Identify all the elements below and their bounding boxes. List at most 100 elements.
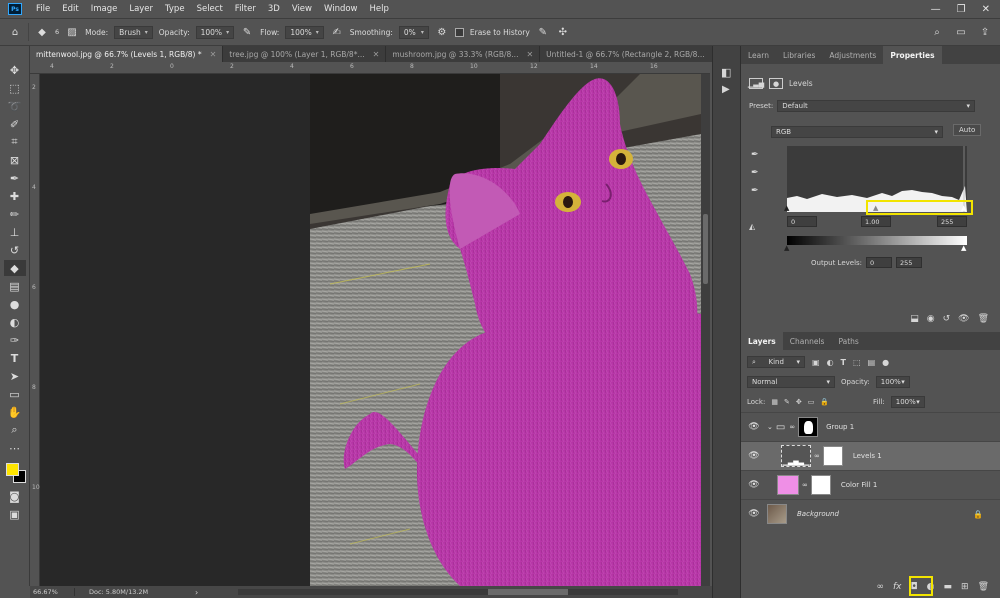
lasso-tool-icon[interactable]: ➰ [4,98,26,114]
link-layers-icon[interactable]: ∞ [877,582,885,592]
new-layer-icon[interactable]: ⊞ [961,582,969,592]
foreground-color-swatch[interactable] [5,463,19,476]
close-icon[interactable]: ✕ [210,50,217,59]
healing-tool-icon[interactable]: ✚ [4,188,26,204]
layer-row-background[interactable]: 👁 Background 🔒 [741,499,1000,528]
rectangle-tool-icon[interactable]: ▭ [4,386,26,402]
fill-field[interactable]: 100% ▾ [890,396,925,408]
mask-icon[interactable]: ● [769,78,783,89]
pressure-size-icon[interactable]: ✎ [536,25,550,39]
input-white-field[interactable]: 255 [937,216,967,227]
menu-layer[interactable]: Layer [123,4,159,14]
lock-paint-icon[interactable]: ✎ [784,398,790,406]
tab-tree[interactable]: tree.jpg @ 100% (Layer 1, RGB/8*... ✕ [223,46,387,62]
home-icon[interactable]: ⌂ [8,25,22,39]
levels-adjustment-icon[interactable]: ▁▃▅▃▁ [781,445,811,467]
clipping-warning-icon[interactable]: ◭ [749,222,755,231]
more-tools-icon[interactable]: ⋯ [4,440,26,456]
black-input-handle[interactable]: ▲ [784,204,789,212]
clip-to-layer-icon[interactable]: ⬓ [910,314,919,324]
menu-help[interactable]: Help [364,4,395,14]
eraser-tool-preset-icon[interactable]: ◆ [35,25,49,39]
erase-history-checkbox[interactable] [454,27,464,37]
input-black-field[interactable]: 0 [787,216,817,227]
close-icon[interactable]: ✕ [373,50,380,59]
lock-all-icon[interactable]: 🔒 [820,398,829,406]
brush-size-value[interactable]: 6 [55,28,59,36]
black-point-eyedropper-icon[interactable]: ✒ [751,150,759,160]
eyedropper-tool-icon[interactable]: ✒ [4,170,26,186]
close-icon[interactable]: ✕ [526,50,533,59]
filter-pixel-icon[interactable]: ▣ [812,358,820,367]
opacity-field[interactable]: 100% ▾ [195,25,235,39]
tab-untitled-1[interactable]: Untitled-1 @ 66.7% (Rectangle 2, RGB/8..… [540,46,727,62]
history-brush-tool-icon[interactable]: ↺ [4,242,26,258]
quick-select-tool-icon[interactable]: ✐ [4,116,26,132]
new-group-icon[interactable]: ▬ [944,582,953,592]
canvas-area[interactable] [40,74,701,586]
eye-icon[interactable]: 👁 [741,509,767,519]
menu-view[interactable]: View [286,4,318,14]
mode-select[interactable]: Brush ▾ [114,25,153,39]
white-output-handle[interactable]: ▲ [961,244,966,252]
status-menu-icon[interactable]: › [195,588,198,597]
tab-mittenwool[interactable]: mittenwool.jpg @ 66.7% (Levels 1, RGB/8)… [30,46,224,62]
gradient-tool-icon[interactable]: ▤ [4,278,26,294]
screen-mode-icon[interactable]: ▣ [4,506,26,522]
dodge-tool-icon[interactable]: ◐ [4,314,26,330]
menu-image[interactable]: Image [85,4,124,14]
path-select-tool-icon[interactable]: ➤ [4,368,26,384]
pressure-opacity-icon[interactable]: ✎ [240,25,254,39]
filter-toggle-icon[interactable]: ● [882,358,889,367]
scroll-thumb[interactable] [488,589,569,595]
zoom-level[interactable]: 66.67% [30,588,75,596]
share-icon[interactable]: ⇪ [978,25,992,39]
eraser-tool-icon[interactable]: ◆ [3,260,26,276]
flow-field[interactable]: 100% ▾ [285,25,324,39]
airbrush-icon[interactable]: ✍ [330,25,344,39]
eye-icon[interactable]: 👁 [741,422,767,432]
layer-mask-thumbnail[interactable] [810,475,831,495]
trash-icon[interactable]: 🗑 [978,314,989,324]
filter-shape-icon[interactable]: ⬚ [853,358,861,367]
eye-icon[interactable]: 👁 [741,480,767,490]
close-button[interactable]: ✕ [982,4,990,15]
brush-tool-icon[interactable]: ✏ [4,206,26,222]
trash-icon[interactable]: 🗑 [978,582,989,592]
search-icon[interactable]: ⌕ [930,25,944,39]
menu-edit[interactable]: Edit [56,4,84,14]
scroll-thumb[interactable] [703,214,708,284]
horizontal-scrollbar[interactable] [238,589,679,595]
layer-opacity-field[interactable]: 100% ▾ [875,376,910,388]
tab-mushroom[interactable]: mushroom.jpg @ 33.3% (RGB/8... ✕ [386,46,541,62]
zoom-tool-icon[interactable]: ⌕ [4,422,26,438]
menu-type[interactable]: Type [159,4,191,14]
menu-3d[interactable]: 3D [262,4,286,14]
output-levels-slider[interactable]: ▲ ▲ [784,244,967,253]
tab-layers[interactable]: Layers [741,332,783,350]
layer-mask-thumbnail[interactable] [822,446,843,466]
menu-filter[interactable]: Filter [229,4,262,14]
hand-tool-icon[interactable]: ✋ [4,404,26,420]
brush-settings-icon[interactable]: ▨ [65,25,79,39]
gray-point-eyedropper-icon[interactable]: ✒ [751,168,759,178]
frame-tool-icon[interactable]: ⊠ [4,152,26,168]
color-fill-thumbnail[interactable] [777,475,799,495]
filter-type-icon[interactable]: T [841,358,846,367]
layer-row-levels-1[interactable]: 👁 ▁▃▅▃▁ ∞ Levels 1 [741,441,1000,470]
play-icon[interactable]: ▶ [722,84,730,95]
vertical-scrollbar[interactable] [701,74,710,586]
lock-position-icon[interactable]: ✥ [796,398,802,406]
menu-select[interactable]: Select [191,4,229,14]
restore-button[interactable]: ❐ [957,4,966,15]
workspace-icon[interactable]: ▭ [954,25,968,39]
channel-select[interactable]: RGB ▾ [771,126,943,138]
move-tool-icon[interactable]: ✥ [4,62,26,78]
tab-libraries[interactable]: Libraries [776,46,822,64]
minimize-button[interactable]: — [931,4,941,15]
filter-smart-object-icon[interactable]: ▤ [868,358,876,367]
pen-tool-icon[interactable]: ✑ [4,332,26,348]
marquee-tool-icon[interactable]: ⬚ [4,80,26,96]
fx-icon[interactable]: fx [893,582,902,592]
butterfly-icon[interactable]: ✣ [556,25,570,39]
